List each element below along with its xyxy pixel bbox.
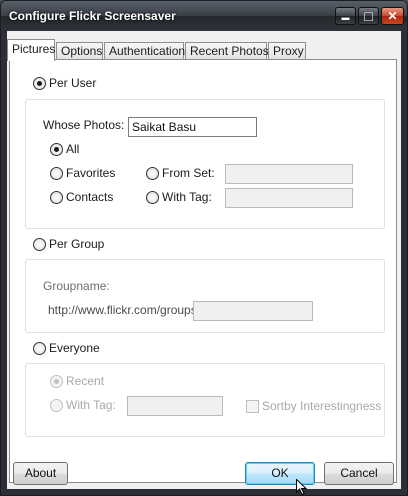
dialog-client-area: Pictures Options Authentication Recent P… bbox=[7, 31, 401, 489]
per-group-label: Per Group bbox=[49, 237, 105, 251]
per-group-group: Groupname: http://www.flickr.com/groups/ bbox=[25, 259, 385, 333]
everyone-with-tag-label: With Tag: bbox=[66, 398, 116, 412]
per-group-radio[interactable] bbox=[33, 238, 46, 251]
close-button[interactable]: ✕ bbox=[381, 7, 404, 25]
groupname-input[interactable] bbox=[193, 301, 313, 321]
close-icon: ✕ bbox=[387, 9, 398, 23]
group-url-prefix: http://www.flickr.com/groups/ bbox=[48, 303, 201, 317]
tab-label: Authentication bbox=[109, 44, 186, 58]
tab-pictures[interactable]: Pictures bbox=[7, 39, 55, 61]
maximize-button[interactable]: □ bbox=[358, 7, 379, 25]
about-button[interactable]: About bbox=[13, 462, 68, 485]
tab-label: Recent Photos bbox=[190, 44, 269, 58]
all-radio[interactable] bbox=[50, 143, 63, 156]
per-user-group: Whose Photos: All Favorites From Set: Co… bbox=[25, 99, 385, 229]
everyone-group: Recent With Tag: Sortby Interestingness bbox=[25, 363, 385, 437]
with-tag-input[interactable] bbox=[225, 188, 353, 208]
tab-authentication[interactable]: Authentication bbox=[104, 42, 186, 60]
tab-options[interactable]: Options bbox=[56, 42, 103, 60]
recent-radio[interactable] bbox=[50, 375, 63, 388]
with-tag-radio[interactable] bbox=[146, 191, 159, 204]
everyone-with-tag-input[interactable] bbox=[127, 396, 223, 416]
whose-photos-label: Whose Photos: bbox=[43, 118, 125, 132]
cancel-button-label: Cancel bbox=[340, 466, 378, 480]
from-set-label: From Set: bbox=[162, 166, 215, 180]
per-user-label: Per User bbox=[49, 76, 97, 90]
favorites-radio[interactable] bbox=[50, 167, 63, 180]
minimize-icon: ▬ bbox=[341, 13, 350, 22]
per-user-radio[interactable] bbox=[33, 77, 46, 90]
title-bar[interactable]: Configure Flickr Screensaver ▬ □ ✕ bbox=[1, 1, 407, 31]
groupname-label: Groupname: bbox=[43, 279, 110, 293]
recent-label: Recent bbox=[66, 374, 105, 388]
everyone-with-tag-radio[interactable] bbox=[50, 399, 63, 412]
about-button-label: About bbox=[24, 466, 57, 480]
cancel-button[interactable]: Cancel bbox=[324, 462, 394, 485]
mouse-pointer-icon bbox=[296, 479, 308, 495]
with-tag-label: With Tag: bbox=[162, 190, 212, 204]
tab-label: Options bbox=[61, 44, 103, 58]
tab-label: Proxy bbox=[273, 44, 304, 58]
configure-flickr-window: Configure Flickr Screensaver ▬ □ ✕ Pictu… bbox=[0, 0, 408, 496]
tab-recent-photos[interactable]: Recent Photos bbox=[185, 42, 269, 60]
maximize-icon: □ bbox=[364, 8, 373, 24]
from-set-input[interactable] bbox=[225, 164, 353, 184]
tab-proxy[interactable]: Proxy bbox=[268, 42, 306, 60]
favorites-label: Favorites bbox=[66, 166, 116, 180]
contacts-label: Contacts bbox=[66, 190, 114, 204]
window-title: Configure Flickr Screensaver bbox=[9, 9, 176, 23]
sort-interestingness-label: Sortby Interestingness bbox=[262, 399, 382, 413]
ok-button-label: OK bbox=[271, 466, 289, 480]
everyone-label: Everyone bbox=[49, 341, 100, 355]
contacts-radio[interactable] bbox=[50, 191, 63, 204]
whose-photos-input[interactable] bbox=[128, 117, 257, 137]
sort-interestingness-checkbox[interactable] bbox=[246, 400, 259, 413]
minimize-button[interactable]: ▬ bbox=[335, 7, 356, 25]
all-label: All bbox=[66, 142, 80, 156]
from-set-radio[interactable] bbox=[146, 167, 159, 180]
pictures-panel: Per User Whose Photos: All Favorites Fro… bbox=[9, 59, 397, 483]
tab-label: Pictures bbox=[12, 42, 56, 56]
everyone-radio[interactable] bbox=[33, 342, 46, 355]
